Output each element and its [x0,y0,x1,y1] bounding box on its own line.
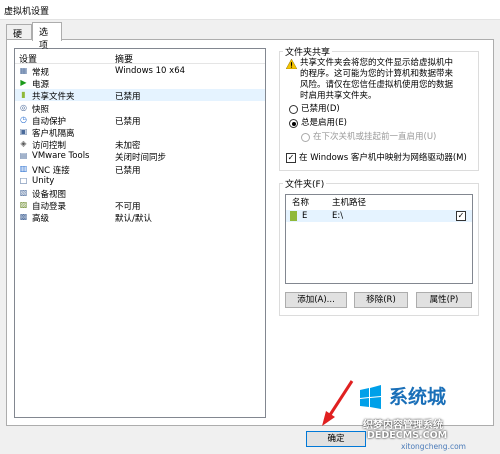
folder-row[interactable]: E E:\ ✓ [286,210,472,222]
vmware-tools-icon: ▤ [19,151,28,161]
settings-row[interactable]: □ Unity [15,175,265,187]
settings-row[interactable]: ▮ 共享文件夹 已禁用 [15,89,265,103]
properties-button[interactable]: 属性(P) [416,292,472,308]
tab-options[interactable]: 选项 [32,22,62,51]
annotation-arrow [322,380,354,426]
isolation-icon: ▣ [19,127,28,136]
settings-row[interactable]: ◈ 访问控制 未加密 [15,138,265,152]
settings-row-name: 自动保护 [32,116,67,127]
folders-title: 文件夹(F) [283,177,327,190]
settings-row-name: 共享文件夹 [32,92,75,103]
radio-until-shutdown[interactable] [301,133,310,142]
watermark-line-2: DEDECMS.COM [367,430,448,441]
settings-row-name: 客户机隔离 [32,129,75,139]
settings-row-name: 高级 [32,214,50,225]
autoprotect-icon: ◷ [20,114,27,124]
folder-row-name: E [302,211,308,221]
title-bar: 虚拟机设置 [0,0,500,20]
header-summary: 摘要 [115,55,134,65]
settings-row[interactable]: ▦ 常规 Windows 10 x64 [15,65,265,78]
folders-list[interactable]: 名称 主机路径 E E:\ ✓ [285,194,473,284]
radio-disabled-label[interactable]: 已禁用(D) [301,104,340,115]
radio-always-enabled[interactable] [289,119,298,128]
tab-hardware[interactable]: 硬件 [6,24,32,53]
map-drive-label[interactable]: 在 Windows 客户机中映射为网络驱动器(M) [299,153,467,164]
remove-button[interactable]: 移除(R) [354,292,408,308]
general-icon: ▦ [19,66,28,75]
map-drive-checkbox[interactable]: ✓ [286,153,296,163]
settings-row[interactable]: ▨ 自动登录 不可用 [15,199,265,213]
vnc-icon: ▥ [19,163,28,173]
settings-row-name: 电源 [32,80,50,91]
window-title: 虚拟机设置 [4,7,50,17]
settings-row-name: VNC 连接 [32,165,70,176]
settings-row[interactable]: ▶ 电源 [15,77,265,91]
settings-row[interactable]: ▩ 高级 默认/默认 [15,211,265,225]
power-icon: ▶ [20,78,27,88]
header-setting: 设置 [19,55,38,65]
settings-row-name: 自动登录 [32,202,67,213]
shared-folder-icon: ▮ [21,90,26,100]
settings-row-value: 默认/默认 [115,214,152,225]
warning-line-3: 风险。请仅在您信任虚拟机使用您的数据 [300,80,454,90]
settings-row-value: 已禁用 [115,116,141,127]
folder-sharing-title: 文件夹共享 [283,45,333,58]
settings-row-value: Windows 10 x64 [115,66,186,76]
settings-row-name: 快照 [32,104,50,115]
settings-row-value: 已禁用 [115,165,141,176]
settings-row-name: VMware Tools [32,151,90,162]
settings-row[interactable]: ◷ 自动保护 已禁用 [15,114,265,127]
access-control-icon: ◈ [20,139,27,149]
settings-row-name: 设备视图 [32,190,67,200]
unity-icon: □ [19,175,28,185]
add-button[interactable]: 添加(A)... [285,292,347,308]
warning-icon [286,59,297,69]
warning-line-4: 时启用共享文件夹。 [300,91,377,101]
watermark-line-3: xitongcheng.com [401,442,466,451]
radio-always-label[interactable]: 总是启用(E) [301,118,347,129]
folders-col-name: 名称 [292,198,310,208]
device-view-icon: ▧ [19,188,28,197]
settings-row[interactable]: ▣ 客户机隔离 [15,126,265,139]
watermark-logo-icon [360,385,381,409]
radio-disabled[interactable] [289,105,298,114]
settings-row[interactable]: ▤ VMware Tools 关闭时间同步 [15,150,265,164]
settings-row[interactable]: ▥ VNC 连接 已禁用 [15,163,265,176]
settings-row-value: 不可用 [115,202,141,213]
snapshot-icon: ◎ [20,102,27,112]
settings-row[interactable]: ▧ 设备视图 [15,187,265,200]
folder-enabled-checkbox[interactable]: ✓ [456,211,466,221]
watermark-line-1: 织梦内容管理系统 [363,420,443,431]
settings-row-value: 未加密 [115,141,141,152]
list-header: 设置 摘要 [15,49,265,65]
folders-col-path: 主机路径 [332,198,367,208]
settings-row-value: 关闭时间同步 [115,153,167,164]
autologin-icon: ▨ [19,200,28,210]
watermark: 系统城 织梦内容管理系统 DEDECMS.COM xitongcheng.com [355,380,500,454]
advanced-icon: ▩ [19,212,28,222]
warning-line-2: 的程序。这可能为您的计算机和数据带来 [300,69,454,79]
settings-list[interactable]: 设置 摘要 ▦ 常规 Windows 10 x64 ▶ 电源 ▮ 共享文件夹 已禁用 ◎ 快照 ◷ 自… [14,48,266,418]
settings-row-name: 访问控制 [32,141,67,152]
settings-row-name: 常规 [32,68,50,78]
warning-line-1: 共享文件夹会将您的文件显示给虚拟机中 [300,58,454,68]
settings-row-value: 已禁用 [115,92,141,103]
settings-row[interactable]: ◎ 快照 [15,102,265,115]
folder-row-path: E:\ [332,211,344,221]
watermark-site: 系统城 [389,386,447,408]
settings-row-name: Unity [32,175,55,186]
radio-until-label[interactable]: 在下次关机或挂起前一直启用(U) [313,132,436,143]
folder-share-icon [290,211,297,221]
